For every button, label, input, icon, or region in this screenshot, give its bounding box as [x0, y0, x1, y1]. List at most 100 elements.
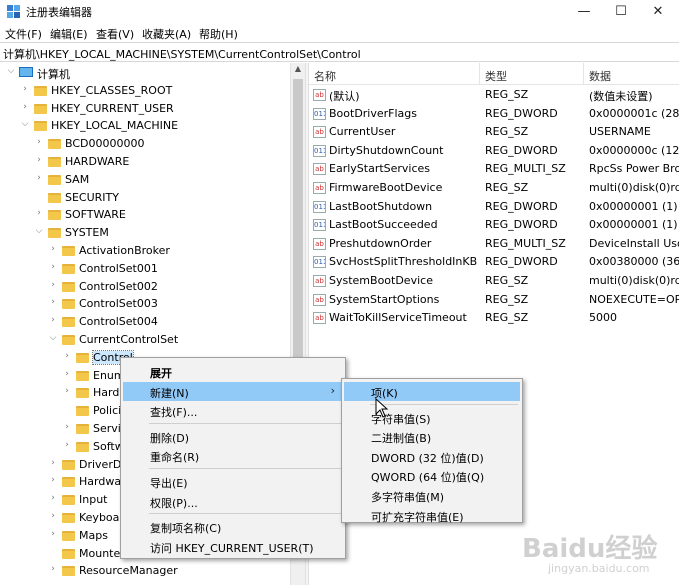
expand-arrow-icon[interactable]: › — [34, 155, 44, 165]
expand-arrow-icon[interactable]: › — [62, 422, 72, 432]
submenu-item[interactable]: 多字符串值(M) — [344, 486, 520, 505]
tree-node-label[interactable]: Keyboar — [79, 511, 124, 524]
expand-arrow-icon[interactable]: › — [62, 386, 72, 396]
collapse-arrow-icon[interactable]: ⌵ — [6, 66, 16, 76]
expand-arrow-icon[interactable]: › — [48, 511, 58, 521]
tree-node-label[interactable]: HKEY_CURRENT_USER — [51, 102, 174, 115]
expand-arrow-icon[interactable]: › — [48, 564, 58, 574]
tree-node-label[interactable]: SECURITY — [65, 191, 119, 204]
tree-node-label[interactable]: ControlSet001 — [79, 262, 158, 275]
expand-arrow-icon[interactable]: › — [62, 351, 72, 361]
tree-node-label[interactable]: HARDWARE — [65, 155, 129, 168]
expand-arrow-icon[interactable]: › — [34, 137, 44, 147]
tree-node[interactable]: ⌵ HKEY_LOCAL_MACHINE — [0, 117, 290, 135]
tree-node-label[interactable]: ResourceManager — [79, 564, 178, 577]
value-row[interactable]: ab (默认) REG_SZ (数值未设置) — [309, 86, 679, 104]
value-row[interactable]: 011BootDriverFlags REG_DWORD 0x0000001c (2… — [309, 105, 679, 123]
context-menu-item[interactable]: 重命名(R) — [123, 446, 343, 465]
tree-node-label[interactable]: ControlSet004 — [79, 315, 158, 328]
value-row[interactable]: ab FirmwareBootDevice REG_SZ multi(0)disk(0… — [309, 179, 679, 197]
expand-arrow-icon[interactable]: › — [48, 315, 58, 325]
submenu-item[interactable]: DWORD (32 位)值(D) — [344, 447, 520, 466]
minimize-button[interactable]: — — [565, 0, 603, 24]
tree-node[interactable]: › SOFTWARE — [0, 206, 290, 224]
tree-node[interactable]: › HKEY_CLASSES_ROOT — [0, 82, 290, 100]
tree-node-label[interactable]: Hardwar — [79, 475, 126, 488]
expand-arrow-icon[interactable]: › — [20, 102, 30, 112]
tree-node-label[interactable]: ActivationBroker — [79, 244, 170, 257]
tree-node-label[interactable]: SYSTEM — [65, 226, 109, 239]
value-row[interactable]: ab WaitToKillServiceTimeout REG_SZ 5000 — [309, 309, 679, 327]
tree-node-label[interactable]: SAM — [65, 173, 89, 186]
tree-node[interactable]: › ActivationBroker — [0, 242, 290, 260]
value-row[interactable]: ab EarlyStartServices REG_MULTI_SZ RpcSs Po… — [309, 160, 679, 178]
tree-node-label[interactable]: HKEY_CLASSES_ROOT — [51, 84, 172, 97]
collapse-arrow-icon[interactable]: ⌵ — [20, 119, 30, 129]
address-path[interactable]: 计算机\HKEY_LOCAL_MACHINE\SYSTEM\CurrentCon… — [3, 46, 361, 62]
menu-file[interactable]: 文件(F) — [5, 26, 42, 42]
tree-node[interactable]: › HKEY_CURRENT_USER — [0, 100, 290, 118]
menu-view[interactable]: 查看(V) — [96, 26, 134, 42]
tree-node-label[interactable]: SOFTWARE — [65, 208, 126, 221]
tree-scroll-thumb[interactable] — [293, 79, 303, 379]
column-type-header[interactable]: 类型 — [485, 68, 507, 84]
column-data-header[interactable]: 数据 — [589, 68, 611, 84]
tree-node[interactable]: › ControlSet001 — [0, 260, 290, 278]
tree-node-label[interactable]: HKEY_LOCAL_MACHINE — [51, 119, 178, 132]
tree-node[interactable]: SECURITY — [0, 189, 290, 207]
submenu-item[interactable]: 项(K) — [344, 382, 520, 401]
menu-help[interactable]: 帮助(H) — [199, 26, 238, 42]
expand-arrow-icon[interactable]: › — [48, 297, 58, 307]
value-row[interactable]: ab SystemBootDevice REG_SZ multi(0)disk(0)r… — [309, 272, 679, 290]
value-row[interactable]: 011SvcHostSplitThresholdInKB REG_DWORD 0x0… — [309, 253, 679, 271]
expand-arrow-icon[interactable]: › — [48, 244, 58, 254]
tree-node[interactable]: › BCD00000000 — [0, 135, 290, 153]
value-row[interactable]: ab SystemStartOptions REG_SZ NOEXECUTE=OP — [309, 291, 679, 309]
expand-arrow-icon[interactable]: › — [62, 369, 72, 379]
submenu-item[interactable]: 二进制值(B) — [344, 427, 520, 446]
expand-arrow-icon[interactable]: › — [20, 84, 30, 94]
expand-arrow-icon[interactable]: › — [48, 529, 58, 539]
context-menu-item[interactable]: 删除(D) — [123, 427, 343, 446]
tree-node[interactable]: ⌵ SYSTEM — [0, 224, 290, 242]
expand-arrow-icon[interactable]: › — [48, 262, 58, 272]
collapse-arrow-icon[interactable]: ⌵ — [48, 333, 58, 343]
submenu-item[interactable]: QWORD (64 位)值(Q) — [344, 466, 520, 485]
tree-node[interactable]: › HARDWARE — [0, 153, 290, 171]
context-menu-item[interactable]: 访问 HKEY_CURRENT_USER(T) — [123, 537, 343, 556]
tree-node[interactable]: › ControlSet002 — [0, 278, 290, 296]
value-row[interactable]: 011DirtyShutdownCount REG_DWORD 0x0000000c… — [309, 142, 679, 160]
maximize-button[interactable]: ☐ — [602, 0, 640, 24]
context-menu-item[interactable]: 查找(F)... — [123, 401, 343, 420]
context-menu-item[interactable]: 展开 — [123, 362, 343, 381]
tree-node[interactable]: ⌵ 计算机 — [0, 64, 290, 82]
tree-node-label[interactable]: 计算机 — [37, 66, 70, 82]
address-bar[interactable]: 计算机\HKEY_LOCAL_MACHINE\SYSTEM\CurrentCon… — [0, 42, 679, 62]
expand-arrow-icon[interactable]: › — [48, 458, 58, 468]
tree-node-label[interactable]: CurrentControlSet — [79, 333, 178, 346]
expand-arrow-icon[interactable]: › — [34, 173, 44, 183]
expand-arrow-icon[interactable]: › — [48, 493, 58, 503]
context-menu-item[interactable]: 导出(E) — [123, 472, 343, 491]
expand-arrow-icon[interactable]: › — [48, 475, 58, 485]
expand-arrow-icon[interactable]: › — [48, 280, 58, 290]
tree-node[interactable]: › ControlSet004 — [0, 313, 290, 331]
tree-node-label[interactable]: ControlSet002 — [79, 280, 158, 293]
submenu-item[interactable]: 可扩充字符串值(E) — [344, 506, 520, 525]
context-menu-item[interactable]: 复制项名称(C) — [123, 517, 343, 536]
scroll-up-icon[interactable]: ▲ — [291, 64, 305, 73]
tree-node-label[interactable]: Maps — [79, 529, 108, 542]
context-menu-item[interactable]: 权限(P)... — [123, 492, 343, 511]
tree-node-label[interactable]: BCD00000000 — [65, 137, 145, 150]
menu-favorites[interactable]: 收藏夹(A) — [142, 26, 191, 42]
context-menu-item[interactable]: 新建(N) › — [123, 381, 343, 401]
value-row[interactable]: ab CurrentUser REG_SZ USERNAME — [309, 123, 679, 141]
column-divider[interactable] — [583, 63, 584, 85]
value-row[interactable]: 011LastBootShutdown REG_DWORD 0x00000001 (… — [309, 198, 679, 216]
value-row[interactable]: ab PreshutdownOrder REG_MULTI_SZ DeviceInst… — [309, 235, 679, 253]
tree-node[interactable]: › ControlSet003 — [0, 295, 290, 313]
collapse-arrow-icon[interactable]: ⌵ — [34, 226, 44, 236]
menu-edit[interactable]: 编辑(E) — [50, 26, 88, 42]
tree-node-label[interactable]: ControlSet003 — [79, 297, 158, 310]
tree-node-label[interactable]: Input — [79, 493, 107, 506]
